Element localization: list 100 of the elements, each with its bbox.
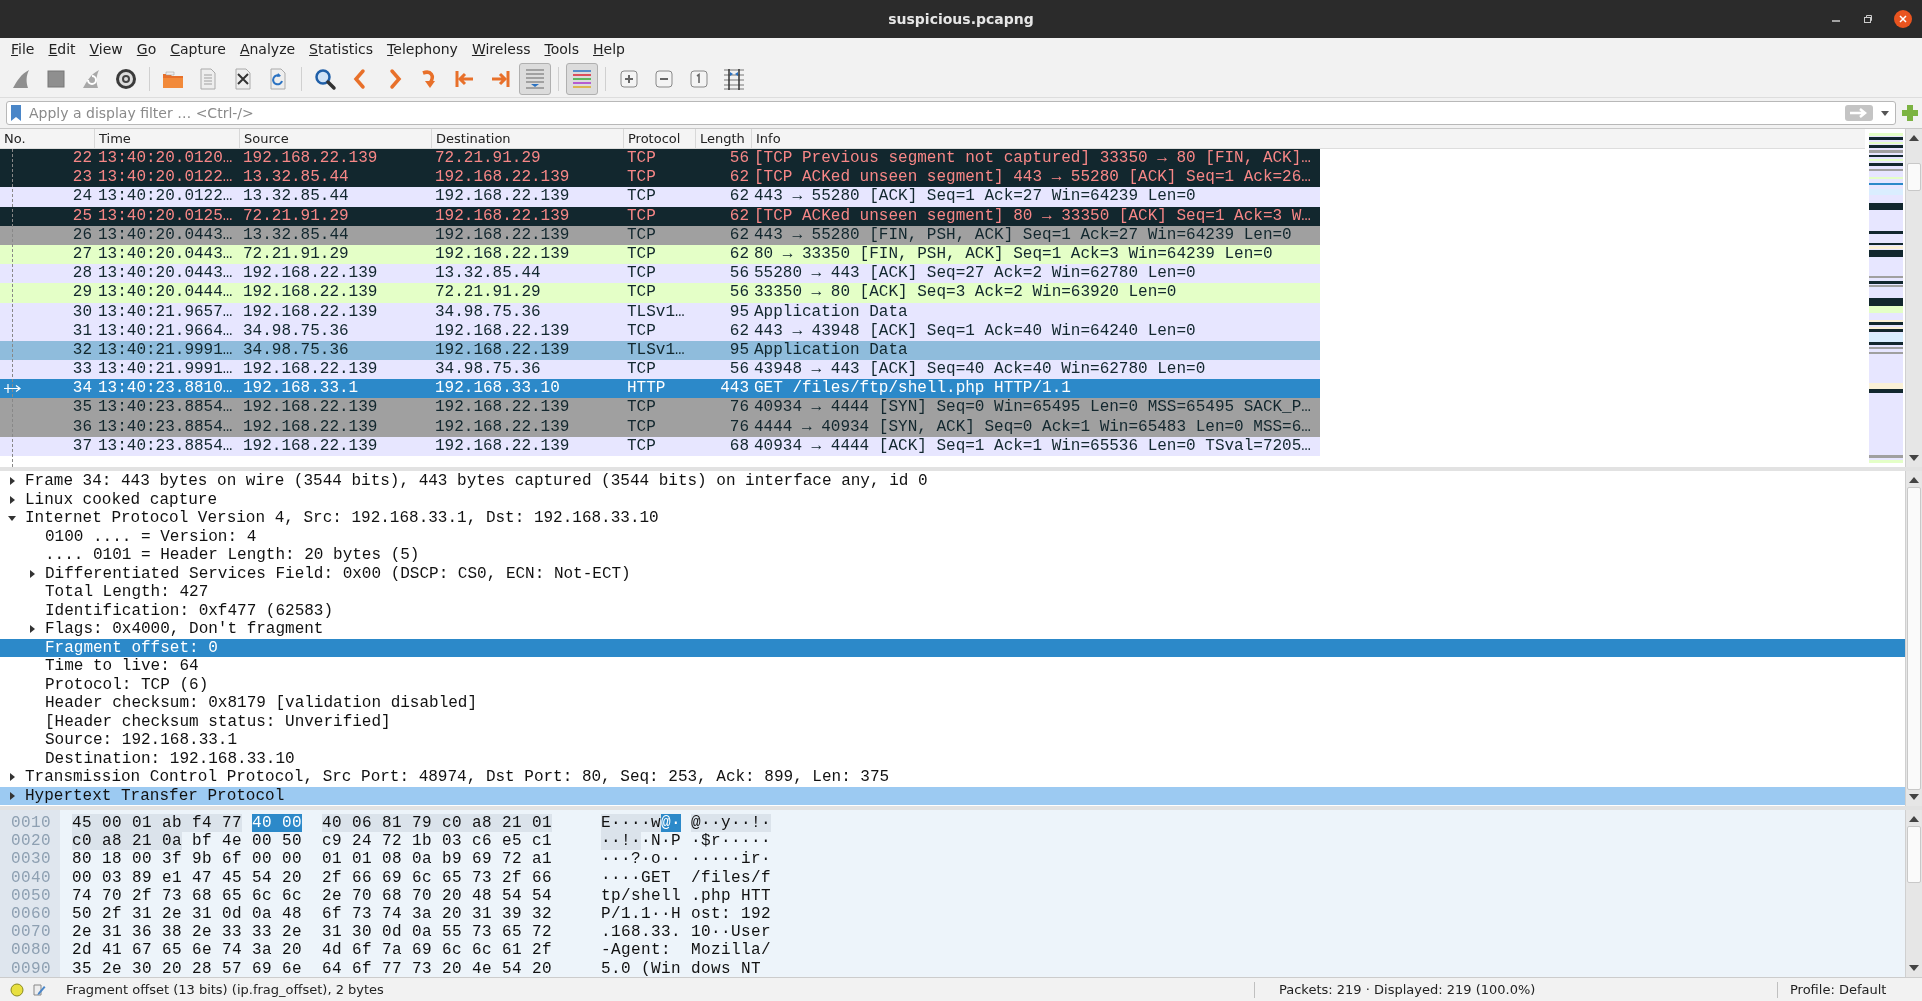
ascii-text[interactable]: @··y··!· <box>691 814 772 833</box>
status-indicator-icon[interactable] <box>10 982 24 997</box>
close-icon[interactable] <box>1894 10 1912 28</box>
packet-row[interactable]: 34 13:40:23.8810… 192.168.33.1 192.168.33.10 HTTP 443 GET /files/ftp/shell.php HTTP/1.1 <box>0 379 1320 399</box>
ascii-text[interactable]: ·$r····· <box>691 832 772 851</box>
packet-map[interactable] <box>1869 133 1903 463</box>
ascii-text[interactable]: .php HTT <box>691 886 772 905</box>
tree-item[interactable]: Linux cooked capture <box>0 490 1905 509</box>
hex-bytes[interactable]: 4d 6f 7a 69 6c 6c 61 2f <box>322 941 553 960</box>
hex-bytes[interactable]: 2e 31 36 38 2e 33 33 2e <box>72 923 303 942</box>
expander-icon[interactable] <box>8 495 16 504</box>
column-header[interactable]: Info <box>752 129 1865 148</box>
profile-name[interactable]: Profile: Default <box>1786 982 1887 997</box>
scroll-thumb[interactable] <box>1907 826 1921 883</box>
dropdown-caret-icon[interactable] <box>1881 110 1889 116</box>
ascii-text[interactable]: @· <box>661 814 682 833</box>
column-header[interactable]: Length <box>696 129 752 148</box>
tree-item[interactable]: Internet Protocol Version 4, Src: 192.168.33.1, Dst: 192.168.33.10 <box>0 509 1905 528</box>
autoscroll-button[interactable] <box>519 62 551 95</box>
menu-item[interactable]: Wireless <box>464 41 538 57</box>
ascii-text[interactable]: ·N·P <box>641 832 682 851</box>
ascii-text[interactable]: Mozilla/ <box>691 941 772 960</box>
hex-bytes[interactable]: 00 03 89 e1 47 45 54 20 <box>72 868 303 887</box>
column-header[interactable]: Destination <box>432 129 624 148</box>
packet-row[interactable]: 22 13:40:20.0120… 192.168.22.139 72.21.91.29 TCP 56 [TCP Previous segment not captured] 33350 → 80 [FIN, ACK]… <box>0 149 1320 169</box>
scrollbar[interactable] <box>1905 810 1922 977</box>
tree-item[interactable]: 0100 .... = Version: 4 <box>0 527 1905 546</box>
tree-item[interactable]: .... 0101 = Header Length: 20 bytes (5) <box>0 546 1905 565</box>
menu-item[interactable]: Go <box>129 41 164 57</box>
packet-row[interactable]: 35 13:40:23.8854… 192.168.22.139 192.168.22.139 TCP 76 40934 → 4444 [SYN] Seq=0 Win=65495 Len=0 MSS=65495 SACK_P… <box>0 398 1320 418</box>
ascii-text[interactable]: dows NT <box>691 959 772 977</box>
hex-bytes[interactable]: 31 30 0d 0a 55 73 65 72 <box>322 923 553 942</box>
column-header[interactable]: Source <box>240 129 432 148</box>
hex-bytes[interactable]: 2f 66 69 6c 65 73 2f 66 <box>322 868 553 887</box>
ascii-text[interactable]: -Agent: <box>601 941 681 960</box>
hex-bytes[interactable]: c0 a8 21 0a <box>72 832 183 851</box>
display-filter-field[interactable]: Apply a display filter … <Ctrl-/> <box>29 105 1837 121</box>
ascii-text[interactable]: /files/f <box>691 868 772 887</box>
column-header[interactable]: Protocol <box>624 129 696 148</box>
add-filter-button-icon[interactable] <box>1902 105 1918 121</box>
ascii-text[interactable]: ····GET <box>601 868 681 887</box>
scroll-up-icon[interactable] <box>1909 477 1919 483</box>
menu-item[interactable]: Edit <box>41 41 83 57</box>
hex-bytes[interactable]: 6f 73 74 3a 20 31 39 32 <box>322 905 553 924</box>
tree-item[interactable]: Flags: 0x4000, Don't fragment <box>0 620 1905 639</box>
ascii-text[interactable]: ···?·o·· <box>601 850 681 869</box>
scroll-thumb[interactable] <box>1907 163 1921 191</box>
hex-bytes[interactable]: c9 24 72 1b 03 c6 e5 c1 <box>322 832 553 851</box>
menu-item[interactable]: Help <box>586 41 632 57</box>
tree-item[interactable]: Differentiated Services Field: 0x00 (DSCP: CS0, ECN: Not-ECT) <box>0 564 1905 583</box>
menu-item[interactable]: Statistics <box>302 41 381 57</box>
scrollbar[interactable] <box>1905 129 1922 467</box>
hex-bytes[interactable]: 40 06 81 79 c0 a8 21 01 <box>322 814 553 833</box>
packet-row[interactable]: 24 13:40:20.0122… 13.32.85.44 192.168.22.139 TCP 62 443 → 55280 [ACK] Seq=1 Ack=27 Win=64239 Len=0 <box>0 187 1320 207</box>
scroll-down-icon[interactable] <box>1909 965 1919 971</box>
hex-bytes[interactable]: 35 2e 30 20 28 57 69 6e <box>72 959 303 977</box>
tree-item[interactable]: Destination: 192.168.33.10 <box>0 749 1905 768</box>
scroll-up-icon[interactable] <box>1909 816 1919 822</box>
tree-item[interactable]: Fragment offset: 0 <box>0 638 1905 657</box>
ascii-text[interactable]: ··!· <box>601 832 641 851</box>
expander-icon[interactable] <box>8 791 16 800</box>
expander-icon[interactable] <box>8 514 16 523</box>
tree-item[interactable]: Frame 34: 443 bytes on wire (3544 bits), 443 bytes captured (3544 bits) on interface any, id 0 <box>0 472 1905 491</box>
ascii-text[interactable]: P/1.1··H <box>601 905 681 924</box>
ascii-text[interactable]: 10··User <box>691 923 772 942</box>
tree-item[interactable]: Protocol: TCP (6) <box>0 675 1905 694</box>
scroll-thumb[interactable] <box>1907 487 1921 790</box>
ascii-text[interactable]: ost: 192 <box>691 905 772 924</box>
menu-item[interactable]: Telephony <box>380 41 465 57</box>
tree-item[interactable]: Time to live: 64 <box>0 657 1905 676</box>
hex-bytes[interactable]: 50 2f 31 2e 31 0d 0a 48 <box>72 905 303 924</box>
tree-item[interactable]: Transmission Control Protocol, Src Port: 48974, Dst Port: 80, Seq: 253, Ack: 899, Len: 375 <box>0 768 1905 787</box>
expander-icon[interactable] <box>8 477 16 486</box>
scroll-up-icon[interactable] <box>1909 135 1919 141</box>
colorize-button[interactable] <box>566 62 598 95</box>
tree-item[interactable]: Total Length: 427 <box>0 583 1905 602</box>
tree-item[interactable]: Header checksum: 0x8179 [validation disabled] <box>0 694 1905 713</box>
ascii-text[interactable]: ·····ir· <box>691 850 772 869</box>
scrollbar[interactable] <box>1905 471 1922 806</box>
hex-bytes[interactable]: 40 00 <box>252 814 303 833</box>
tree-item[interactable]: Source: 192.168.33.1 <box>0 731 1905 750</box>
hex-bytes[interactable]: 2d 41 67 65 6e 74 3a 20 <box>72 941 303 960</box>
hex-bytes[interactable]: 74 70 2f 73 68 65 6c 6c <box>72 886 303 905</box>
scroll-down-icon[interactable] <box>1909 455 1919 461</box>
menu-item[interactable]: Tools <box>537 41 586 57</box>
ascii-text[interactable]: .168.33. <box>601 923 681 942</box>
packet-row[interactable]: 23 13:40:20.0122… 13.32.85.44 192.168.22.139 TCP 62 [TCP ACKed unseen segment] 443 → 55280 [ACK] Seq=1 Ack=26… <box>0 168 1320 188</box>
packet-row[interactable]: 29 13:40:20.0444… 192.168.22.139 72.21.91.29 TCP 56 33350 → 80 [ACK] Seq=3 Ack=2 Win=63920 Len=0 <box>0 283 1320 303</box>
menu-item[interactable]: Analyze <box>232 41 303 57</box>
menu-item[interactable]: View <box>82 41 130 57</box>
column-header[interactable]: Time <box>95 129 240 148</box>
hex-bytes[interactable]: bf 4e 00 50 <box>192 832 303 851</box>
tree-item[interactable]: Identification: 0xf477 (62583) <box>0 601 1905 620</box>
expander-icon[interactable] <box>28 569 36 578</box>
scroll-down-icon[interactable] <box>1909 794 1919 800</box>
hex-bytes[interactable]: 01 01 08 0a b9 69 72 a1 <box>322 850 553 869</box>
ascii-text[interactable]: tp/shell <box>601 886 681 905</box>
expander-icon[interactable] <box>28 625 36 634</box>
expander-icon[interactable] <box>8 773 16 782</box>
hex-bytes[interactable]: 80 18 00 3f 9b 6f 00 00 <box>72 850 303 869</box>
